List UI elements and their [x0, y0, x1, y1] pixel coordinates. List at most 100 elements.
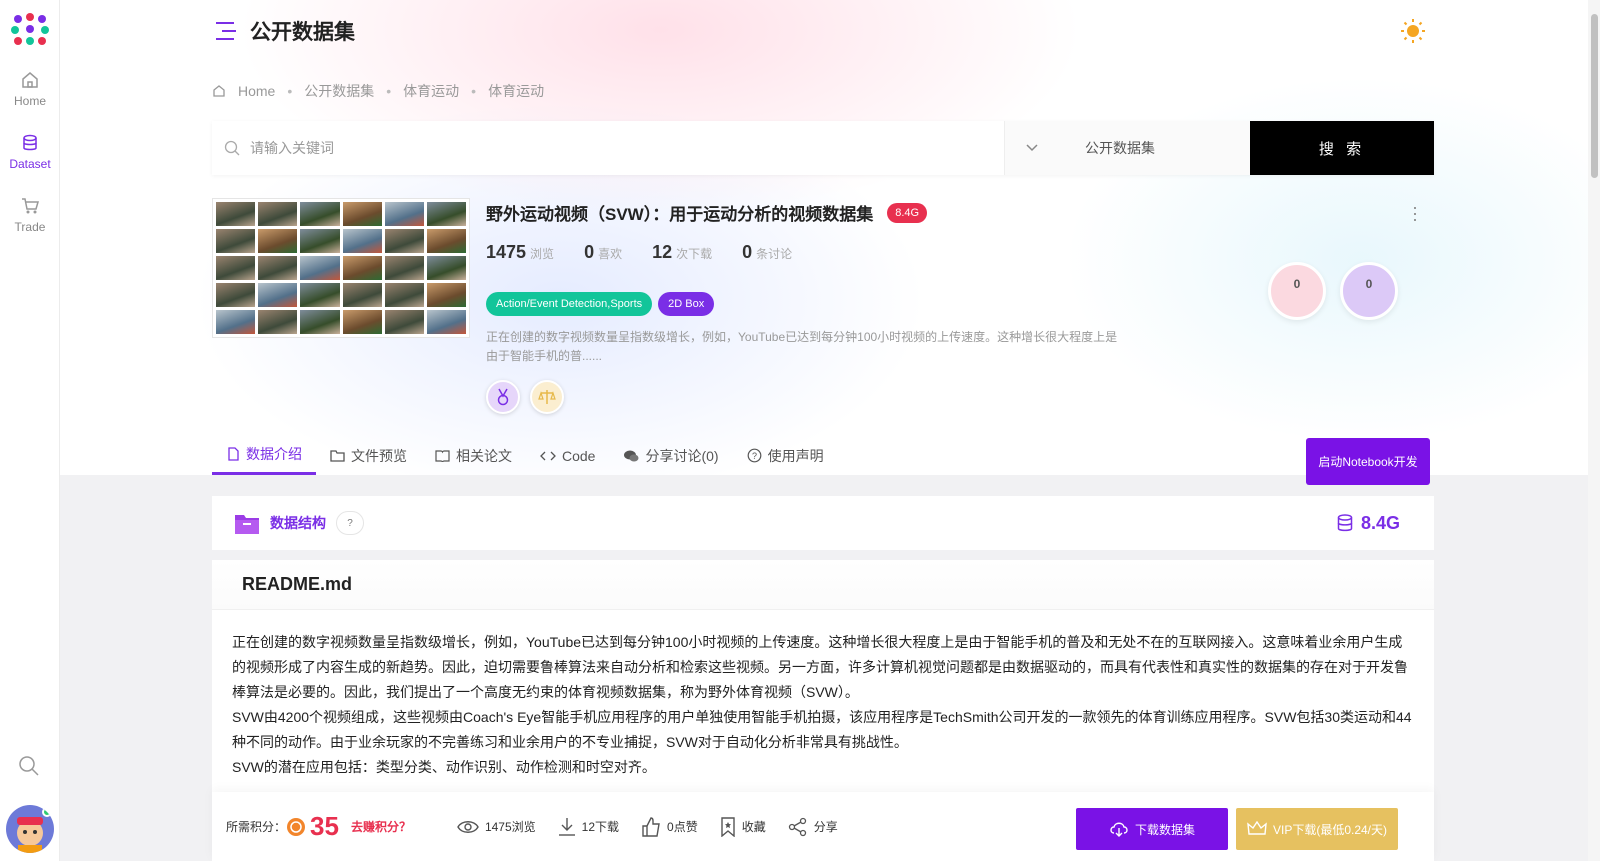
database-icon	[1337, 514, 1353, 532]
breadcrumb-public-datasets[interactable]: 公开数据集	[304, 81, 374, 101]
views-counter: 1475浏览	[457, 818, 536, 835]
online-status-dot	[42, 807, 52, 817]
dataset-description: 正在创建的数字视频数量呈指数级增长，例如，YouTube已达到每分钟100小时视…	[486, 330, 1118, 363]
rail-label-dataset: Dataset	[9, 157, 51, 171]
search-icon	[224, 140, 240, 156]
tab-discussion[interactable]: 分享讨论(0)	[609, 436, 732, 475]
search-icon[interactable]	[18, 755, 40, 777]
likes-text: 0点赞	[667, 820, 698, 834]
breadcrumb-sports-current: 体育运动	[488, 83, 545, 99]
sun-icon[interactable]	[1400, 18, 1426, 44]
like-button[interactable]: 0点赞	[641, 816, 698, 837]
share-button[interactable]: 分享	[788, 817, 838, 837]
downloads-text: 12下载	[581, 820, 620, 834]
total-size: 8.4G	[1337, 513, 1400, 534]
cart-icon	[22, 198, 39, 214]
content-tabs: 数据介绍 文件预览 相关论文 Code 分享讨论(0) ? 使用声明	[212, 436, 838, 475]
tag-task[interactable]: Action/Event Detection,Sports	[486, 292, 653, 316]
tab-terms[interactable]: ? 使用声明	[733, 436, 838, 475]
avatar[interactable]	[6, 805, 54, 853]
collect-button[interactable]: 收藏	[720, 816, 766, 837]
tab-file-preview[interactable]: 文件预览	[316, 436, 421, 475]
book-icon	[435, 450, 450, 462]
crown-icon	[1247, 821, 1267, 835]
download-dataset-label: 下载数据集	[1134, 822, 1195, 837]
tab-papers-label: 相关论文	[456, 447, 512, 464]
tab-code[interactable]: Code	[526, 436, 609, 475]
svg-text:?: ?	[752, 451, 757, 461]
rail-item-home[interactable]: Home	[0, 70, 60, 108]
vip-download-button[interactable]: VIP下载(最低0.24/天)	[1236, 808, 1398, 850]
breadcrumb-separator: •	[287, 83, 293, 99]
score-circle-lavender[interactable]: 0	[1340, 262, 1398, 320]
file-icon	[228, 447, 239, 461]
dataset-badges	[486, 380, 564, 414]
breadcrumb-home[interactable]: Home	[238, 83, 275, 99]
rail-item-trade[interactable]: Trade	[0, 196, 60, 234]
breadcrumb-separator: •	[471, 83, 477, 99]
scrollbar-thumb[interactable]	[1591, 14, 1598, 178]
bottom-action-bar: 所需积分： 35 去赚积分？ 1475浏览 12下载 0点赞 收藏 分享 下载数…	[212, 792, 1434, 861]
stat-views: 1475 浏览	[486, 242, 555, 262]
download-dataset-button[interactable]: 下载数据集	[1076, 808, 1228, 850]
tab-papers[interactable]: 相关论文	[421, 436, 526, 475]
stat-likes: 0 喜欢	[584, 242, 623, 262]
chevron-down-icon	[1026, 144, 1038, 152]
total-size-value: 8.4G	[1360, 512, 1400, 533]
launch-notebook-button[interactable]: 启动Notebook开发	[1306, 438, 1430, 485]
left-rail: Home Dataset Trade	[0, 0, 60, 861]
dataset-title-row: 野外运动视频（SVW）：用于运动分析的视频数据集 8.4G	[486, 200, 928, 225]
dataset-tags: Action/Event Detection,Sports 2D Box	[486, 292, 715, 316]
download-icon	[558, 817, 575, 836]
stat-downloads: 12 次下载	[652, 242, 713, 262]
tab-terms-label: 使用声明	[767, 447, 824, 464]
tag-annotation[interactable]: 2D Box	[658, 292, 715, 316]
views-text: 1475浏览	[484, 820, 536, 834]
rail-item-dataset[interactable]: Dataset	[0, 133, 60, 171]
score-circle-pink[interactable]: 0	[1268, 262, 1326, 320]
page-scrollbar[interactable]	[1588, 0, 1600, 861]
share-icon	[788, 817, 806, 836]
readme-title: README.md	[212, 560, 1434, 610]
brand-logo[interactable]	[10, 12, 50, 46]
search-input[interactable]	[250, 140, 990, 156]
top-bar: 公开数据集	[214, 16, 355, 46]
breadcrumb: Home • 公开数据集 • 体育运动 • 体育运动	[212, 81, 544, 101]
menu-icon[interactable]	[214, 20, 238, 42]
eye-icon	[457, 820, 479, 833]
tab-file-preview-label: 文件预览	[351, 447, 407, 464]
medal-badge-icon[interactable]	[486, 380, 520, 414]
tab-intro[interactable]: 数据介绍	[212, 436, 316, 475]
search-input-wrap	[212, 121, 1005, 175]
readme-body: 正在创建的数字视频数量呈指数级增长，例如，YouTube已达到每分钟100小时视…	[212, 610, 1434, 780]
stat-discussions: 0 条讨论	[742, 242, 793, 262]
database-icon	[23, 134, 37, 151]
dataset-stats: 1475 浏览 0 喜欢 12 次下载 0 条讨论	[486, 242, 792, 263]
search-button[interactable]: 搜 索	[1250, 121, 1434, 175]
data-structure-label[interactable]: 数据结构	[270, 513, 326, 533]
points-value: 35	[310, 811, 339, 841]
search-bar: 公开数据集 搜 索	[212, 121, 1434, 175]
collect-text: 收藏	[741, 820, 766, 834]
dataset-thumbnail[interactable]	[212, 198, 470, 338]
readme-paragraph: SVW的潜在应用包括：类型分类、动作识别、动作检测和时空对齐。	[232, 759, 656, 775]
bookmark-icon	[721, 816, 735, 837]
dataset-title: 野外运动视频（SVW）：用于运动分析的视频数据集	[486, 205, 874, 224]
share-text: 分享	[813, 820, 838, 834]
downloads-counter: 12下载	[558, 817, 619, 837]
more-options-icon[interactable]: · · ·	[1412, 198, 1418, 228]
coin-icon	[287, 817, 306, 836]
page-title: 公开数据集	[250, 21, 355, 44]
home-icon	[213, 85, 225, 97]
category-select[interactable]: 公开数据集	[1005, 121, 1250, 175]
breadcrumb-sports[interactable]: 体育运动	[403, 81, 459, 101]
scale-badge-icon[interactable]	[530, 380, 564, 414]
data-structure-help[interactable]: ?	[336, 511, 364, 535]
chat-icon	[624, 450, 639, 461]
score-circles: 0 0	[1268, 262, 1398, 320]
data-structure-bar: 数据结构 ? 8.4G	[212, 496, 1434, 550]
tab-discussion-label: 分享讨论(0)	[645, 447, 719, 464]
rail-label-trade: Trade	[14, 220, 46, 234]
earn-points-link[interactable]: 去赚积分？	[351, 818, 411, 835]
rail-label-home: Home	[13, 94, 46, 108]
